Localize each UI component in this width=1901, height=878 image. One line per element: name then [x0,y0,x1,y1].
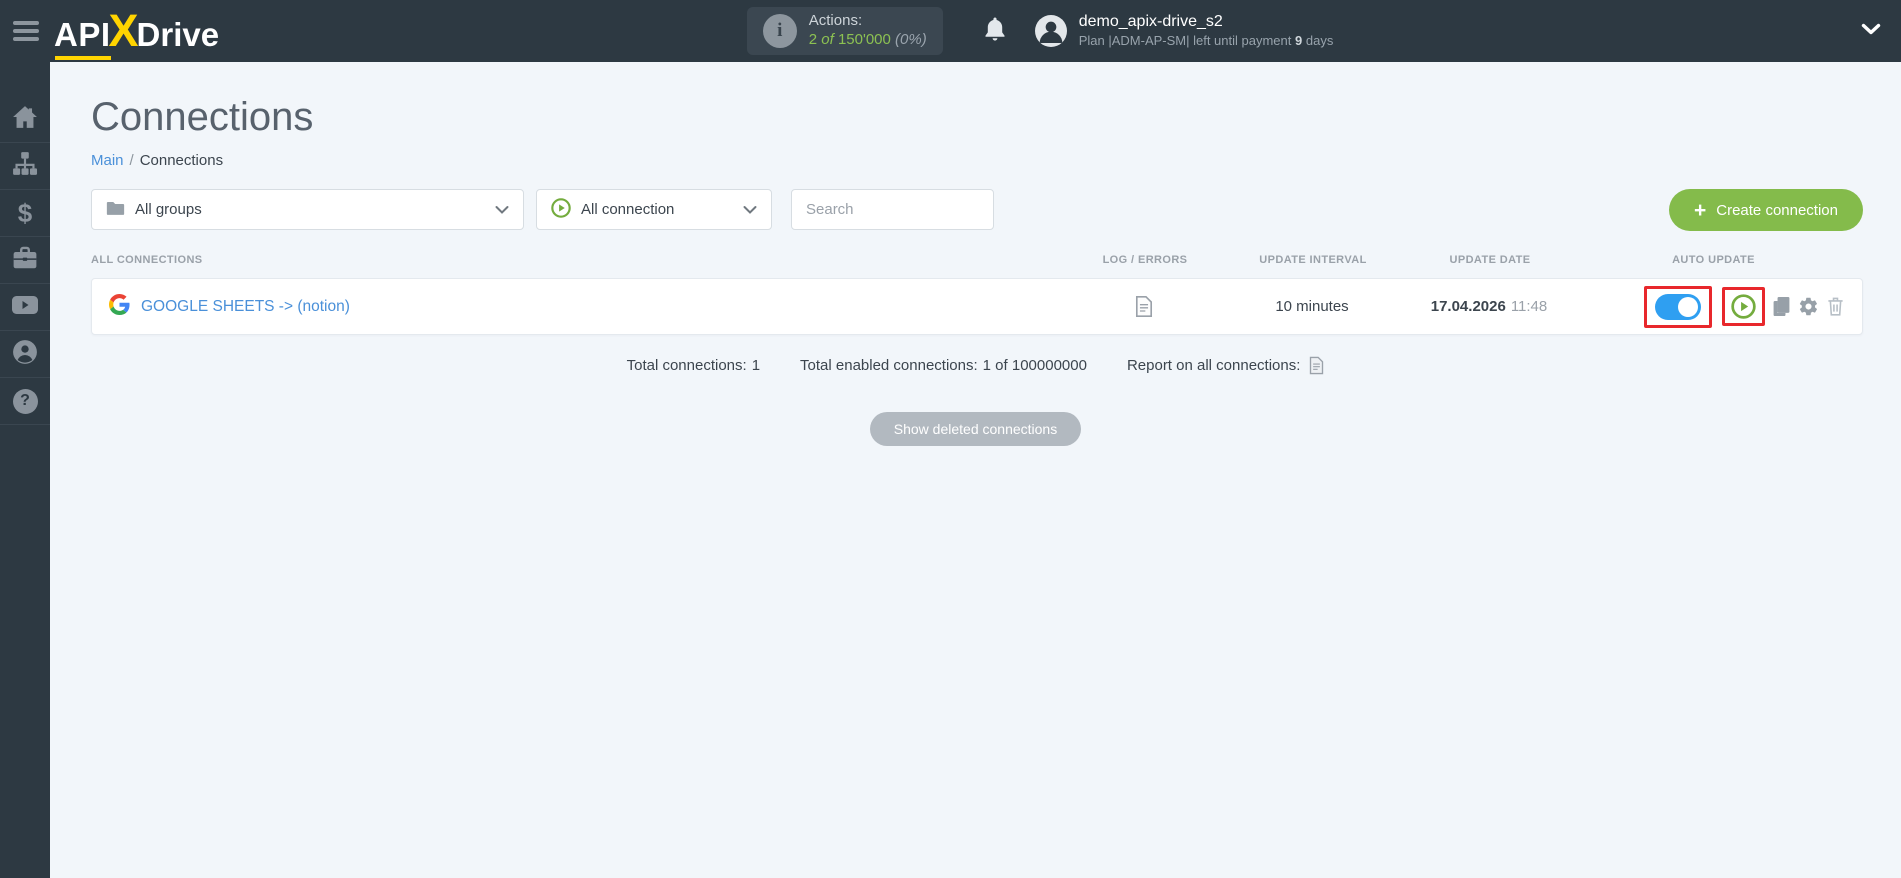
apixdrive-logo[interactable]: API X Drive [54,5,220,60]
report-file-icon[interactable] [1309,356,1324,375]
copy-connection-icon[interactable] [1772,296,1791,317]
question-icon: ? [12,388,38,414]
user-icon [12,339,38,370]
google-logo-icon [109,293,130,320]
update-interval-value: 10 minutes [1275,298,1349,315]
home-icon [12,105,38,134]
sidebar-item-payments[interactable]: $ [0,190,50,237]
delete-trash-icon[interactable] [1826,296,1845,317]
sitemap-icon [12,151,38,182]
show-deleted-connections-button[interactable]: Show deleted connections [869,412,1082,446]
user-menu[interactable]: demo_apix-drive_s2 Plan |ADM-AP-SM| left… [1079,12,1334,50]
sidebar-item-services[interactable] [0,237,50,284]
col-log-errors: LOG / ERRORS [1102,254,1188,266]
breadcrumb-current: Connections [139,152,224,169]
left-sidebar: $ ? [0,62,50,878]
play-circle-icon [551,197,571,222]
logo-x: X [108,5,139,56]
col-update-interval: UPDATE INTERVAL [1259,254,1367,266]
info-icon: i [762,14,797,48]
page-title: Connections [91,95,314,139]
update-date-value: 17.04.2026 [1430,298,1506,315]
briefcase-icon [12,246,38,275]
logo-drive: Drive [136,16,220,53]
chevron-down-icon [743,201,757,218]
table-row: GOOGLE SHEETS -> (notion) 10 minutes 17.… [91,278,1863,335]
user-name: demo_apix-drive_s2 [1078,13,1223,31]
account-chevron-down-icon[interactable] [1861,22,1881,40]
notifications-bell-icon[interactable] [983,16,1007,47]
log-file-icon[interactable] [1135,295,1153,318]
filters-row: All groups All connection + Create conne… [91,189,1863,231]
days-left-value: 9 [1295,32,1303,48]
plus-icon: + [1693,198,1707,222]
col-auto-update: AUTO UPDATE [1672,254,1755,266]
actions-counter[interactable]: i Actions: 2 of 150'000 (0%) [746,7,943,55]
actions-total: 150'000 [837,31,891,48]
folder-icon [106,200,125,220]
total-connections-value: 1 [751,357,761,374]
auto-update-highlight-box [1644,285,1712,328]
breadcrumb-main-link[interactable]: Main [91,152,124,169]
settings-gear-icon[interactable] [1798,296,1819,317]
sidebar-item-help[interactable]: ? [0,378,50,425]
top-header: API X Drive i Actions: 2 of 150'000 (0%) d… [0,0,1901,62]
run-connection-play-icon[interactable] [1731,294,1756,319]
auto-update-toggle[interactable] [1655,293,1701,320]
search-input[interactable] [791,189,994,230]
breadcrumb-separator: / [129,152,134,169]
logo-api: API [54,16,111,60]
actions-used: 2 [808,31,818,48]
user-plan: Plan |ADM-AP-SM| left until payment 9 da… [1078,32,1334,48]
col-update-date: UPDATE DATE [1449,254,1531,266]
breadcrumb: Main / Connections [91,152,1901,169]
total-connections: Total connections: 1 [626,357,761,374]
update-time-value: 11:48 [1510,298,1548,315]
run-highlight-box [1722,287,1765,326]
actions-label: Actions: [808,12,863,30]
sidebar-item-video-guides[interactable] [0,284,50,331]
totals-row: Total connections: 1 Total enabled conne… [50,356,1901,375]
report-all-connections: Report on all connections: [1127,356,1324,375]
groups-select[interactable]: All groups [91,189,524,230]
actions-of: of [821,31,834,48]
connection-select[interactable]: All connection [536,189,772,230]
connection-name-link[interactable]: GOOGLE SHEETS -> (notion) [141,298,350,316]
connection-select-value: All connection [581,201,675,218]
user-avatar[interactable] [1034,15,1067,47]
dollar-icon: $ [17,197,33,228]
create-connection-button[interactable]: + Create connection [1668,189,1863,231]
table-header-row: ALL CONNECTIONS LOG / ERRORS UPDATE INTE… [91,254,1863,266]
sidebar-item-home[interactable] [0,96,50,143]
main-content: Connections Main / Connections All groups [50,0,1901,446]
chevron-down-icon [495,201,509,218]
col-all-connections: ALL CONNECTIONS [91,254,203,266]
sidebar-item-connections[interactable] [0,143,50,190]
actions-percent: (0%) [895,31,927,48]
total-enabled-connections: Total enabled connections: 1 of 10000000… [800,357,1087,374]
toggle-knob [1678,296,1698,317]
total-enabled-value: 1 of 100000000 [982,357,1087,374]
youtube-icon [11,294,39,321]
groups-select-value: All groups [135,201,202,218]
sidebar-item-profile[interactable] [0,331,50,378]
menu-hamburger-icon[interactable] [13,17,39,45]
